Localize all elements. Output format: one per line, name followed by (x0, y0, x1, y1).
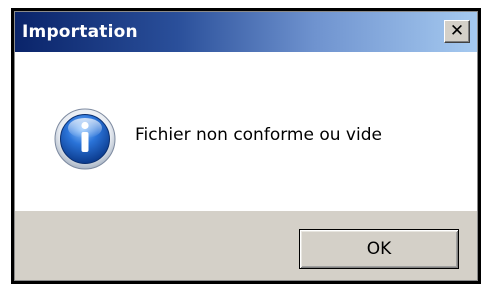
title-bar[interactable]: Importation ✕ (15, 12, 477, 52)
dialog-frame: Importation ✕ Fichier non conforme ou vi… (14, 11, 478, 281)
dialog-message: Fichier non conforme ou vide (135, 125, 382, 145)
info-icon (54, 108, 116, 170)
message-dialog: Importation ✕ Fichier non conforme ou vi… (11, 8, 481, 284)
dialog-title: Importation (22, 22, 138, 42)
button-bar: OK (15, 211, 477, 280)
ok-button[interactable]: OK (299, 229, 459, 269)
close-icon: ✕ (449, 21, 465, 41)
dialog-content: Fichier non conforme ou vide (15, 52, 477, 211)
close-button[interactable]: ✕ (444, 20, 470, 43)
ok-button-label: OK (366, 239, 392, 259)
